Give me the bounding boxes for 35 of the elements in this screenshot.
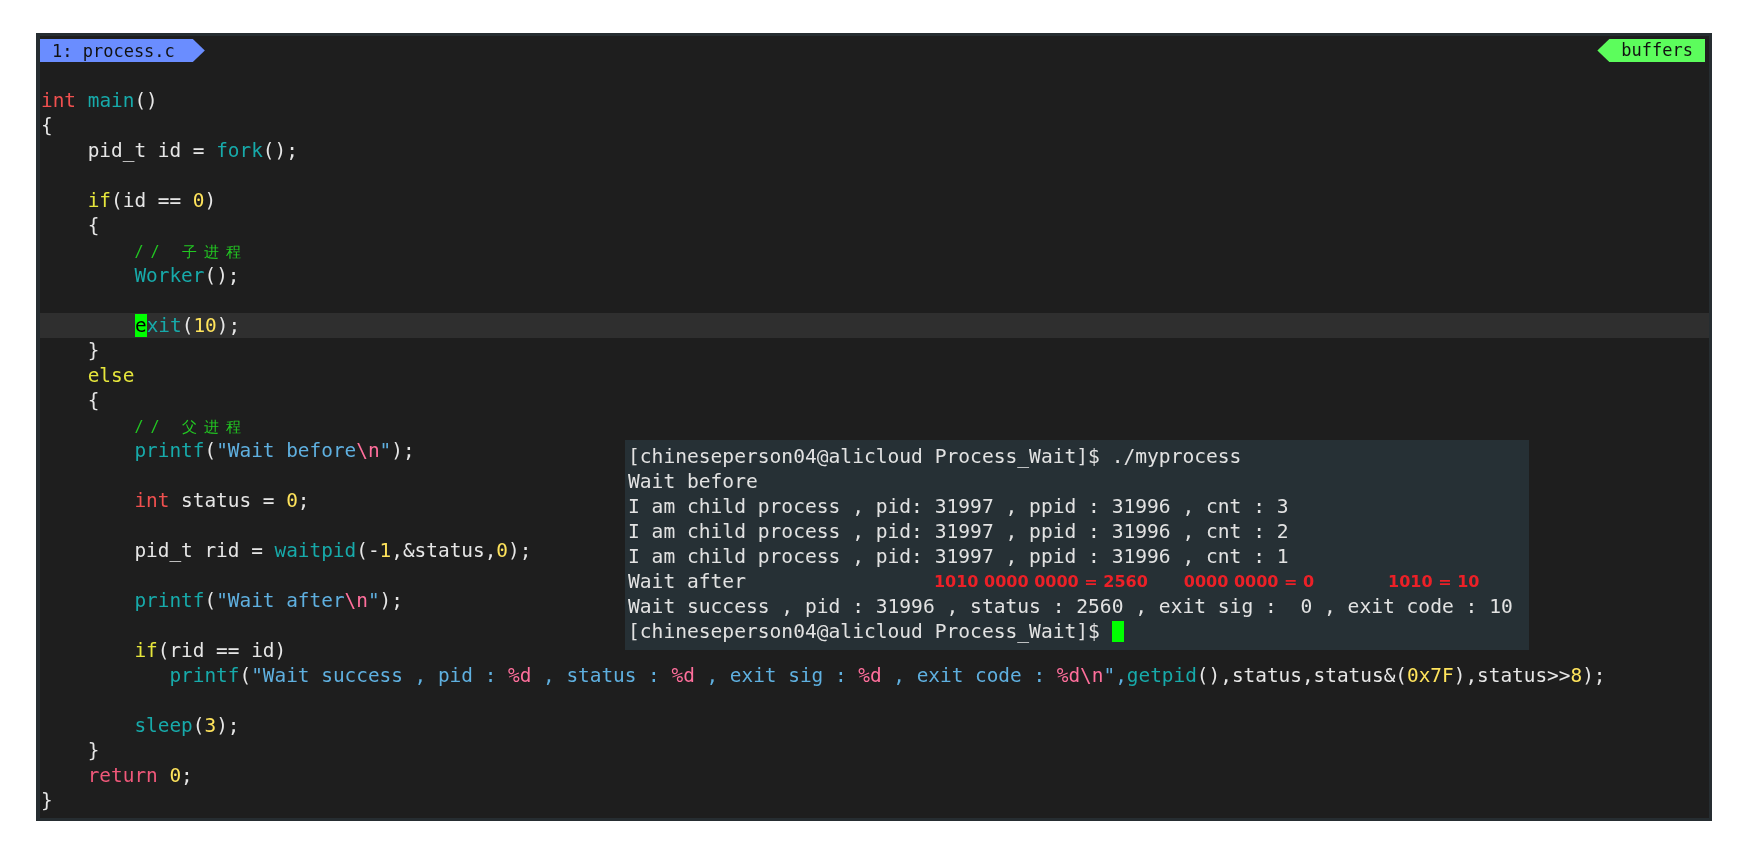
code-line: if(id == 0): [86, 188, 217, 213]
code-line: // 子进程: [133, 242, 249, 263]
code-line: Worker();: [133, 263, 240, 288]
code-line: pid_t id = fork();: [86, 138, 298, 163]
code-line: printf("Wait after\n");: [133, 588, 403, 613]
file-tab[interactable]: 1: process.c: [40, 39, 205, 62]
buffers-label: buffers: [1597, 39, 1705, 62]
code-line: if(rid == id): [133, 638, 287, 663]
terminal-line: Wait success , pid : 31996 , status : 2560 , exit sig : 0 , exit code : 10: [628, 594, 1513, 619]
terminal-line: I am child process , pid: 31997 , ppid : 31996 , cnt : 3: [628, 494, 1289, 519]
terminal-line: [chineseperson04@alicloud Process_Wait]$: [628, 619, 1100, 644]
annotation: 1010 = 10: [1388, 572, 1480, 591]
code-line: else: [86, 363, 135, 388]
code-line: sleep(3);: [133, 713, 240, 738]
terminal-line: Wait before: [628, 469, 758, 494]
code-line: }: [86, 738, 100, 763]
code-line: // 父进程: [133, 417, 249, 438]
terminal-line: I am child process , pid: 31997 , ppid : 31996 , cnt : 2: [628, 519, 1289, 544]
code-line: int main(): [41, 88, 158, 113]
code-line: int status = 0;: [133, 488, 310, 513]
code-line: pid_t rid = waitpid(-1,&status,0);: [133, 538, 532, 563]
code-line: }: [86, 338, 100, 363]
code-line: printf("Wait success , pid : %d , status : %d , exit sig : %d , exit code : %d\n",getpid(),status,status&(0x7F),status>>8);: [168, 663, 1606, 688]
code-line: {: [86, 213, 100, 238]
code-line: return 0;: [86, 763, 193, 788]
code-line: {: [41, 113, 53, 138]
terminal-line: I am child process , pid: 31997 , ppid : 31996 , cnt : 1: [628, 544, 1289, 569]
terminal-line: Wait after: [628, 569, 746, 594]
terminal-line: [chineseperson04@alicloud Process_Wait]$ ./myprocess: [628, 444, 1242, 469]
code-line: }: [41, 788, 53, 813]
code-line: exit(10);: [135, 313, 241, 338]
code-line: printf("Wait before\n");: [133, 438, 415, 463]
annotation: 0000 0000 = 0: [1183, 572, 1315, 591]
annotation: 1010 0000 0000 = 2560: [933, 572, 1148, 591]
code-line: {: [86, 388, 100, 413]
